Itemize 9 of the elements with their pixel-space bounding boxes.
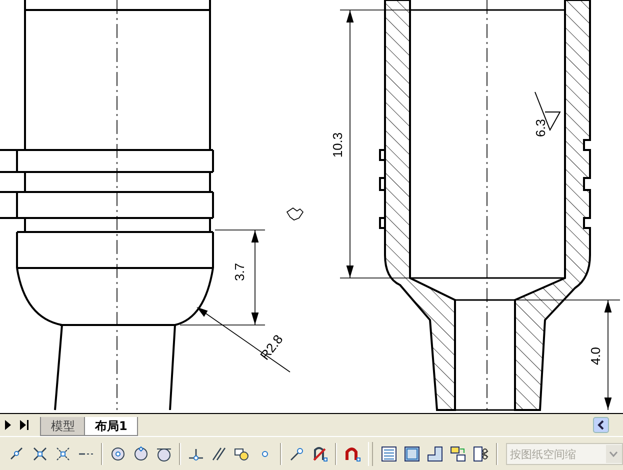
next-tab-icon[interactable] [4, 420, 12, 430]
layout-tab[interactable]: 模型 [40, 417, 86, 436]
roughness-value: 6.3 [533, 118, 548, 138]
dimension-text: 4.0 [588, 346, 603, 366]
dimension-text: 10.3 [330, 132, 345, 158]
last-tab-icon[interactable] [19, 420, 29, 430]
dimension-text: 3.7 [232, 262, 247, 282]
scroll-left-icon[interactable] [593, 417, 609, 433]
layout-tab[interactable]: 布局1 [84, 417, 138, 436]
